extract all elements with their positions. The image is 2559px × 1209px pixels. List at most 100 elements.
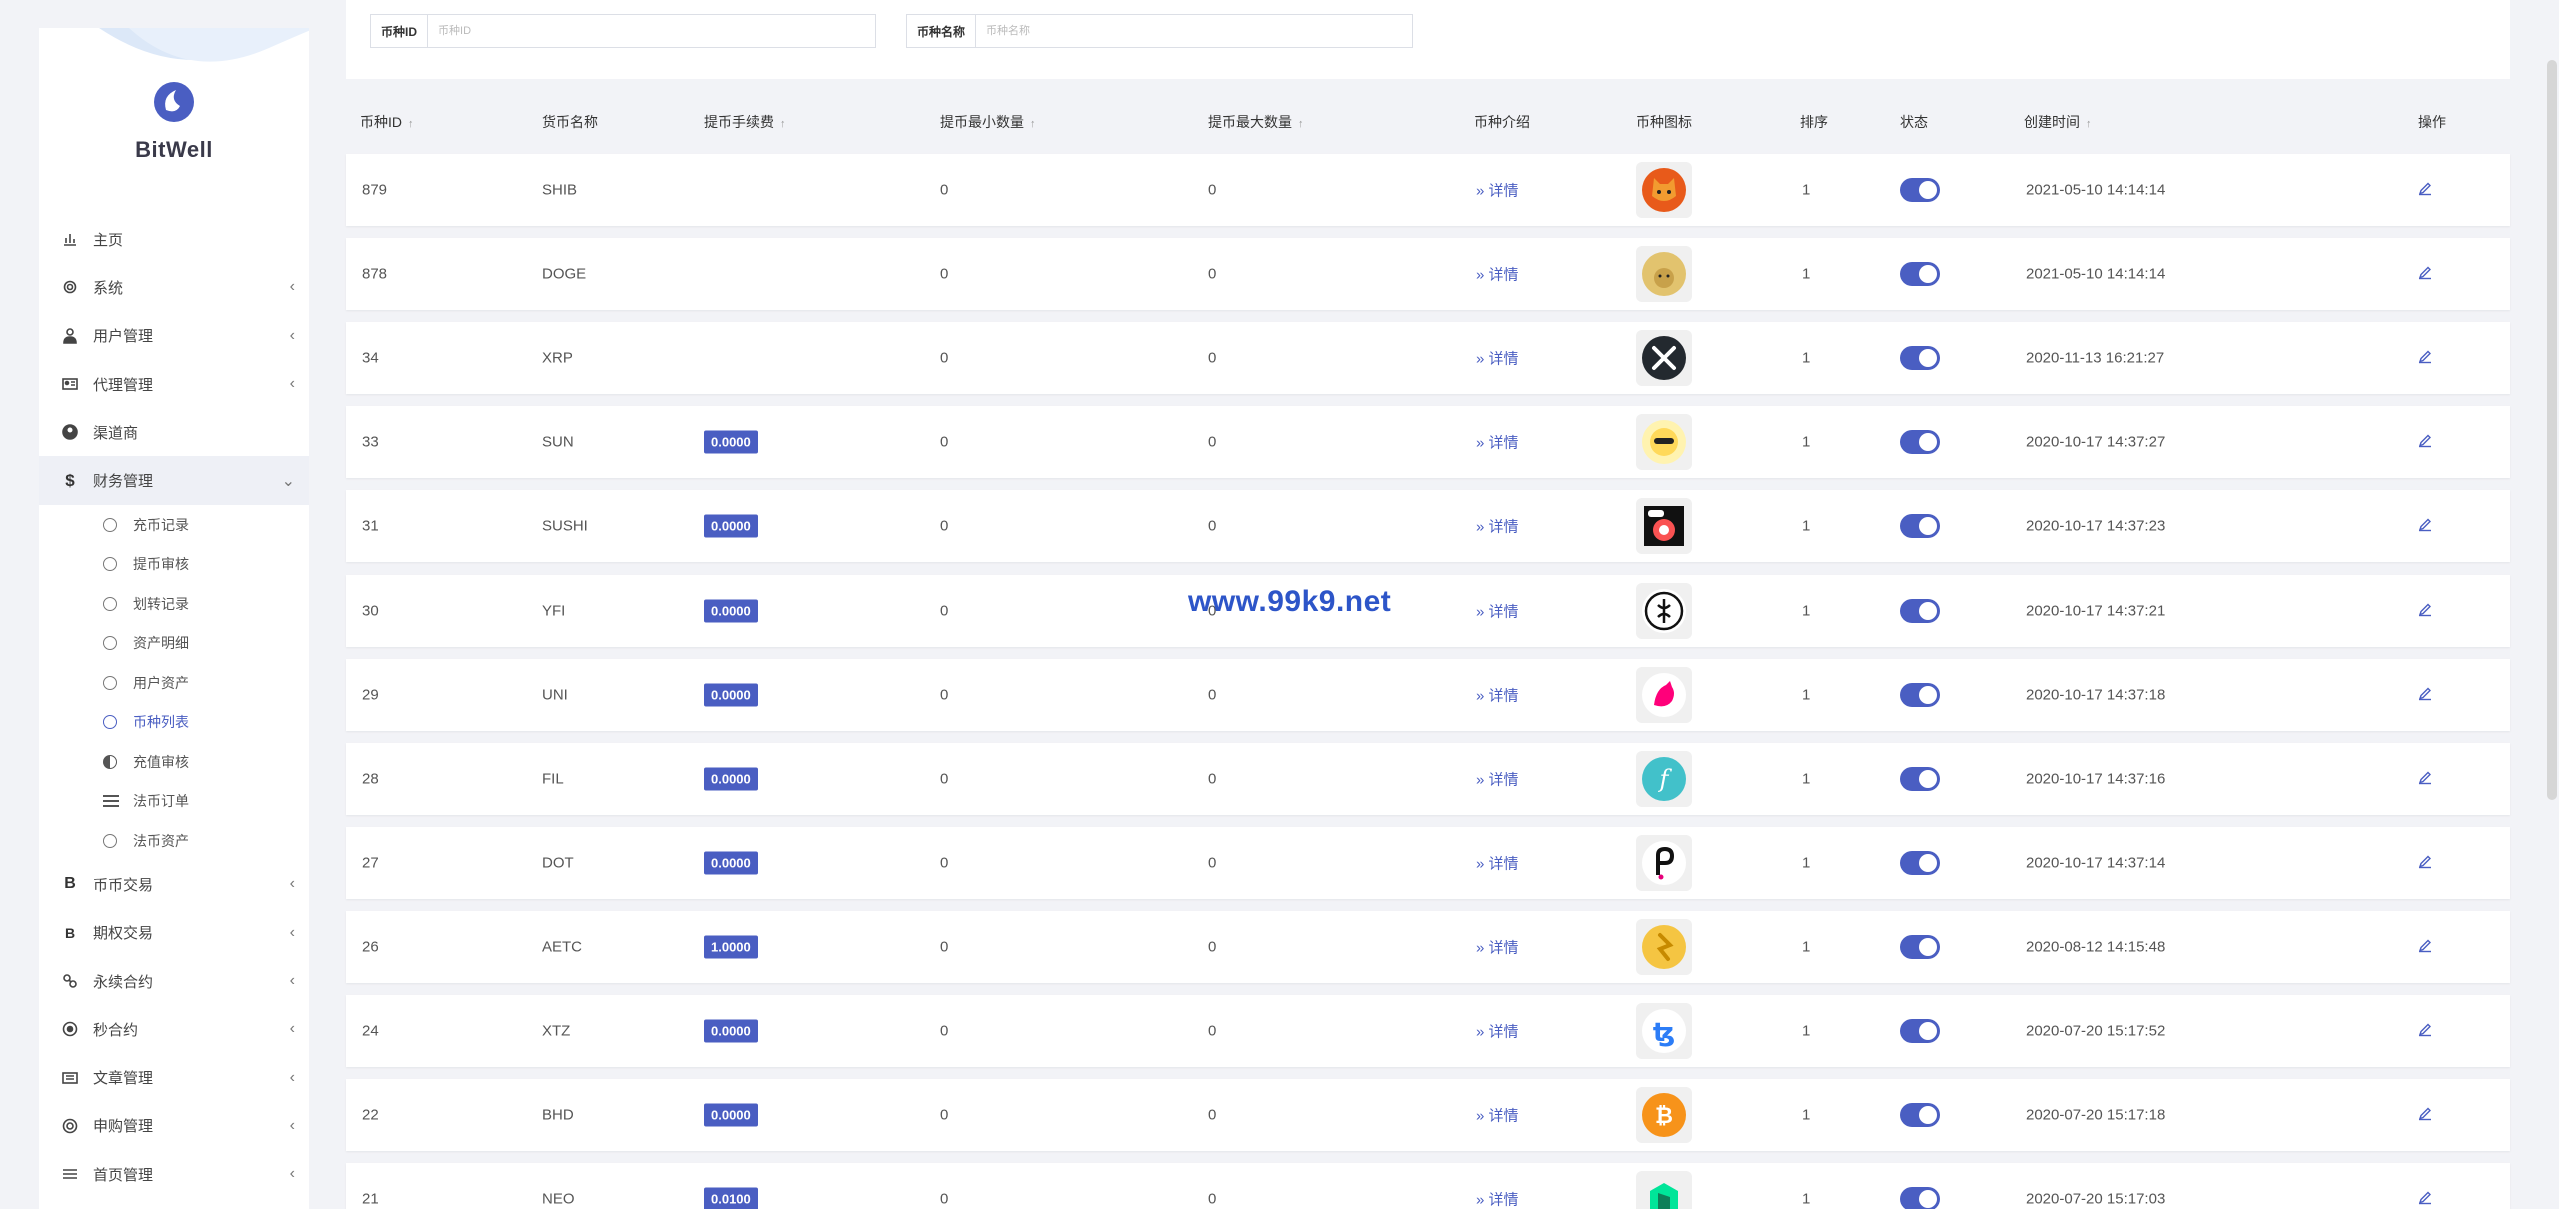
table-row: 29 UNI 0.0000 0 0 » 详情 1 2020-10-17 14:37:18 xyxy=(346,658,2510,731)
th-max[interactable]: 提币最大数量 ↑ xyxy=(1208,112,1304,132)
edit-icon[interactable] xyxy=(2418,350,2432,367)
sidebar-item[interactable]: 申购管理 ‹ xyxy=(39,1102,309,1150)
sidebar-item[interactable]: B 币币交易 ‹ xyxy=(39,860,309,908)
scrollbar[interactable] xyxy=(2547,60,2557,800)
sidebar-item[interactable]: 秒合约 ‹ xyxy=(39,1005,309,1053)
sort-icon[interactable]: ↑ xyxy=(1298,118,1304,130)
dot-icon xyxy=(1636,834,1692,891)
detail-link[interactable]: » 详情 xyxy=(1476,684,1519,705)
status-toggle[interactable] xyxy=(1900,346,1940,371)
min-amount: 0 xyxy=(940,517,949,535)
sidebar-item[interactable]: 渠道商 xyxy=(39,408,309,456)
sidebar-subitem[interactable]: 币种列表 xyxy=(39,702,309,742)
edit-icon[interactable] xyxy=(2418,1191,2432,1208)
detail-link[interactable]: » 详情 xyxy=(1476,852,1519,873)
created-time: 2020-07-20 15:17:18 xyxy=(2026,1106,2166,1124)
detail-link[interactable]: » 详情 xyxy=(1476,180,1519,201)
detail-link[interactable]: » 详情 xyxy=(1476,600,1519,621)
detail-link[interactable]: » 详情 xyxy=(1476,768,1519,789)
coin-name: SUSHI xyxy=(542,517,588,535)
table-row: 30 YFI 0.0000 0 0» 详情 1 2020-10-17 14:37:21 xyxy=(346,574,2510,647)
sidebar-item[interactable]: 用户管理 ‹ xyxy=(39,312,309,360)
edit-icon[interactable] xyxy=(2418,434,2432,451)
coin-id: 21 xyxy=(362,1190,379,1208)
sidebar-item[interactable]: 配置管理‹ xyxy=(39,1198,309,1209)
edit-icon[interactable] xyxy=(2418,182,2432,199)
logo[interactable]: BitWell xyxy=(39,80,309,163)
min-amount: 0 xyxy=(940,181,949,199)
edit-icon[interactable] xyxy=(2418,854,2432,871)
sidebar-item[interactable]: 永续合约 ‹ xyxy=(39,957,309,1005)
sidebar-item[interactable]: 首页管理 ‹ xyxy=(39,1150,309,1198)
aetc-icon xyxy=(1636,918,1692,975)
coin-id-input[interactable] xyxy=(428,15,875,47)
th-created[interactable]: 创建时间 ↑ xyxy=(2024,112,2092,132)
edit-icon[interactable] xyxy=(2418,938,2432,955)
detail-link[interactable]: » 详情 xyxy=(1476,1189,1519,1209)
sidebar-subitem[interactable]: 划转记录 xyxy=(39,584,309,624)
status-toggle[interactable] xyxy=(1900,1103,1940,1128)
th-min[interactable]: 提币最小数量 ↑ xyxy=(940,112,1036,132)
min-amount: 0 xyxy=(940,602,949,619)
sidebar-subitem[interactable]: 提币审核 xyxy=(39,544,309,584)
sidebar-item[interactable]: 文章管理 ‹ xyxy=(39,1053,309,1101)
detail-link[interactable]: » 详情 xyxy=(1476,348,1519,369)
status-toggle[interactable] xyxy=(1900,934,1940,959)
coin-id: 34 xyxy=(362,349,379,367)
coin-name-input[interactable] xyxy=(976,15,1412,47)
detail-link[interactable]: » 详情 xyxy=(1476,1105,1519,1126)
edit-icon[interactable] xyxy=(2418,686,2432,703)
sidebar-subitem-label: 充币记录 xyxy=(133,516,189,533)
sidebar-subitem[interactable]: 法币资产 xyxy=(39,821,309,861)
sidebar-subitem[interactable]: 充币记录 xyxy=(39,505,309,545)
status-toggle[interactable] xyxy=(1900,682,1940,707)
edit-icon[interactable] xyxy=(2418,770,2432,787)
sidebar-item[interactable]: B 期权交易 ‹ xyxy=(39,909,309,957)
th-fee[interactable]: 提币手续费 ↑ xyxy=(704,112,786,132)
created-time: 2021-05-10 14:14:14 xyxy=(2026,265,2166,283)
sort-value: 1 xyxy=(1802,349,1811,367)
status-toggle[interactable] xyxy=(1900,430,1940,455)
sidebar-item[interactable]: 系统 ‹ xyxy=(39,263,309,311)
sidebar-item[interactable]: 代理管理 ‹ xyxy=(39,360,309,408)
status-toggle[interactable] xyxy=(1900,1019,1940,1043)
sort-icon[interactable]: ↑ xyxy=(2086,118,2092,130)
edit-icon[interactable] xyxy=(2418,266,2432,283)
sort-value: 1 xyxy=(1802,265,1811,283)
sort-value: 1 xyxy=(1802,938,1811,956)
edit-icon[interactable] xyxy=(2418,602,2432,619)
status-toggle[interactable] xyxy=(1900,1187,1940,1209)
detail-link[interactable]: » 详情 xyxy=(1476,936,1519,957)
edit-icon[interactable] xyxy=(2418,1107,2432,1124)
sort-icon[interactable]: ↑ xyxy=(408,118,414,130)
status-toggle[interactable] xyxy=(1900,598,1940,623)
bitcoin-small-icon: B xyxy=(64,924,76,941)
fee-value: 0.0000 xyxy=(704,683,758,707)
detail-link[interactable]: » 详情 xyxy=(1476,432,1519,453)
status-toggle[interactable] xyxy=(1900,514,1940,539)
status-toggle[interactable] xyxy=(1900,850,1940,875)
sort-icon[interactable]: ↑ xyxy=(1030,118,1036,130)
detail-link[interactable]: » 详情 xyxy=(1476,1021,1519,1042)
detail-link[interactable]: » 详情 xyxy=(1476,264,1519,285)
fee-value: 0.0000 xyxy=(704,599,758,622)
edit-icon[interactable] xyxy=(2418,518,2432,535)
sidebar-item[interactable]: $ 财务管理 ⌄ xyxy=(39,456,309,505)
status-toggle[interactable] xyxy=(1900,262,1940,287)
sort-icon[interactable]: ↑ xyxy=(780,118,786,130)
edit-icon[interactable] xyxy=(2418,1023,2432,1040)
link-icon xyxy=(61,972,79,990)
sidebar-subitem[interactable]: 充值审核 xyxy=(39,742,309,782)
status-toggle[interactable] xyxy=(1900,766,1940,791)
coin-icon-box xyxy=(1636,666,1692,723)
max-amount: 0 xyxy=(1208,349,1217,367)
th-id[interactable]: 币种ID ↑ xyxy=(360,112,414,132)
sidebar-subitem-label: 法币订单 xyxy=(133,793,189,810)
status-toggle[interactable] xyxy=(1900,178,1940,202)
detail-link[interactable]: » 详情 xyxy=(1476,516,1519,537)
sort-value: 1 xyxy=(1802,433,1811,451)
sidebar-subitem[interactable]: 用户资产 xyxy=(39,663,309,703)
sidebar-subitem[interactable]: 法币订单 xyxy=(39,781,309,821)
sidebar-item[interactable]: 主页 xyxy=(39,215,309,263)
sidebar-subitem[interactable]: 资产明细 xyxy=(39,623,309,663)
